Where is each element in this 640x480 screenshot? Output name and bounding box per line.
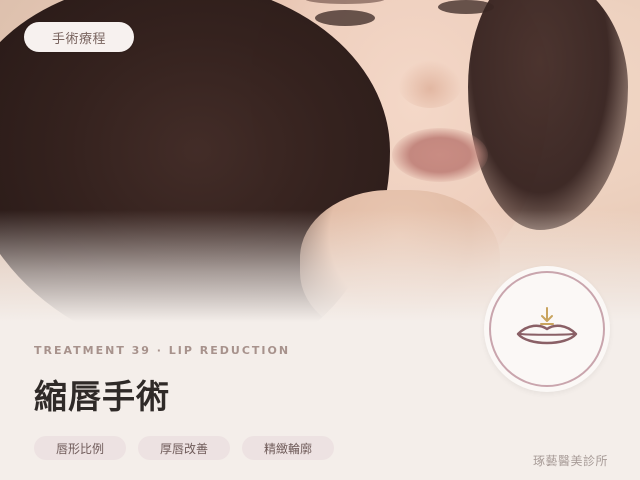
lip-reduction-icon [516,307,578,345]
lip-reduction-badge [484,266,610,392]
category-badge[interactable]: 手術療程 [24,22,134,52]
tag-list: 唇形比例 厚唇改善 精緻輪廓 [34,436,335,460]
treatment-card: 手術療程 TREATMENT 39 · LIP REDUCTION 縮唇手術 唇… [0,0,640,480]
treatment-eyebrow: TREATMENT 39 · LIP REDUCTION [34,344,291,357]
treatment-title: 縮唇手術 [34,377,170,416]
tag-item[interactable]: 精緻輪廓 [242,436,335,460]
clinic-name: 琢藝醫美診所 [532,454,608,468]
tag-item[interactable]: 厚唇改善 [138,436,231,460]
tag-item[interactable]: 唇形比例 [34,436,127,460]
